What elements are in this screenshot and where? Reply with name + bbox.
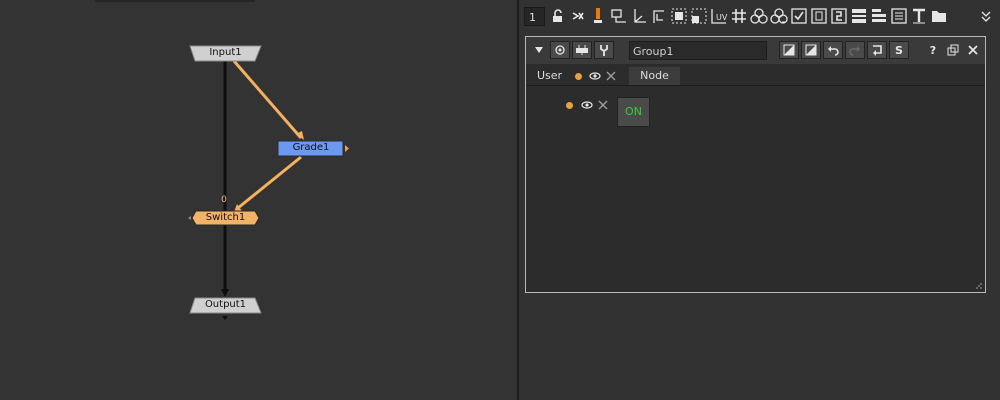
uv-icon-label: UV <box>716 13 728 22</box>
tab-divider <box>526 85 985 86</box>
node-graph[interactable]: Input1 Grade1 Switch1 Output1 0 <box>0 0 517 400</box>
exclamation-icon[interactable] <box>589 7 607 25</box>
folder-icon[interactable] <box>930 7 948 25</box>
uv-icon[interactable]: UV <box>710 7 728 25</box>
grid-icon[interactable] <box>730 7 748 25</box>
switch-input-index: 0 <box>221 195 227 205</box>
output-node-label[interactable]: Output1 <box>190 298 261 312</box>
graph-canvas <box>188 45 349 320</box>
on-button[interactable]: ON <box>617 97 650 127</box>
close-icon[interactable] <box>963 41 983 59</box>
crop-icon[interactable] <box>650 7 668 25</box>
float-icon[interactable] <box>943 41 963 59</box>
center-node-button[interactable] <box>550 41 570 59</box>
speed-icon[interactable] <box>569 7 587 25</box>
knob-dot-icon <box>575 73 582 80</box>
panel-icon[interactable] <box>850 7 868 25</box>
format-icon[interactable] <box>690 7 708 25</box>
knob-dot-icon <box>566 102 573 109</box>
node-name-input[interactable]: Group1 <box>629 41 767 60</box>
help-button[interactable]: ? <box>923 41 943 59</box>
close-icon[interactable] <box>606 71 616 81</box>
more-icon[interactable] <box>977 7 995 25</box>
properties-header: Group1 S ? <box>526 37 985 64</box>
list-icon[interactable] <box>870 7 888 25</box>
pipe-input-to-grade <box>232 60 303 139</box>
properties-tabs: User Node <box>526 67 985 85</box>
node-properties-panel: Group1 S ? User Node ON <box>525 36 986 293</box>
2d-transform-icon[interactable] <box>610 7 628 25</box>
script-icon[interactable] <box>830 7 848 25</box>
tab-user-label: User <box>537 69 563 82</box>
switch-left-arrow <box>188 216 191 220</box>
grade-node-label[interactable]: Grade1 <box>278 141 344 155</box>
pipe-grade-to-switch <box>237 155 302 210</box>
properties-toolbar: 1 UV <box>519 0 1000 34</box>
redo-icon[interactable] <box>845 41 865 59</box>
color-swatch-button-2[interactable] <box>801 41 821 59</box>
node-graph-button[interactable] <box>572 41 592 59</box>
wrench-icon[interactable] <box>594 41 614 59</box>
undo-icon[interactable] <box>823 41 843 59</box>
close-icon[interactable] <box>598 100 608 110</box>
revert-icon[interactable] <box>867 41 887 59</box>
lock-icon[interactable] <box>549 7 567 25</box>
axis-icon[interactable] <box>630 7 648 25</box>
eye-icon[interactable] <box>589 71 601 81</box>
pipe-main-arrow <box>221 289 229 297</box>
channels-icon[interactable] <box>770 7 788 25</box>
eye-icon[interactable] <box>581 100 593 110</box>
grade-mask-arrow <box>345 145 349 152</box>
color-swatch-button[interactable] <box>779 41 799 59</box>
text-icon[interactable] <box>890 7 908 25</box>
input-node-label[interactable]: Input1 <box>190 46 261 60</box>
checkbox-icon[interactable] <box>790 7 808 25</box>
tab-user[interactable]: User <box>526 67 627 85</box>
output-tail-arrow <box>222 316 228 320</box>
color-circles-icon[interactable] <box>750 7 768 25</box>
bbox-icon[interactable] <box>670 7 688 25</box>
text-icon[interactable] <box>910 7 928 25</box>
field-icon[interactable] <box>810 7 828 25</box>
max-panels-field[interactable]: 1 <box>524 7 545 26</box>
tab-node[interactable]: Node <box>629 67 680 85</box>
script-s-button[interactable]: S <box>889 41 909 59</box>
switch-node-label[interactable]: Switch1 <box>192 211 259 225</box>
collapse-icon[interactable] <box>529 41 549 59</box>
resize-grip-icon[interactable] <box>975 282 983 290</box>
properties-bin: 1 UV Group1 S ? User Node ON <box>519 0 1000 400</box>
